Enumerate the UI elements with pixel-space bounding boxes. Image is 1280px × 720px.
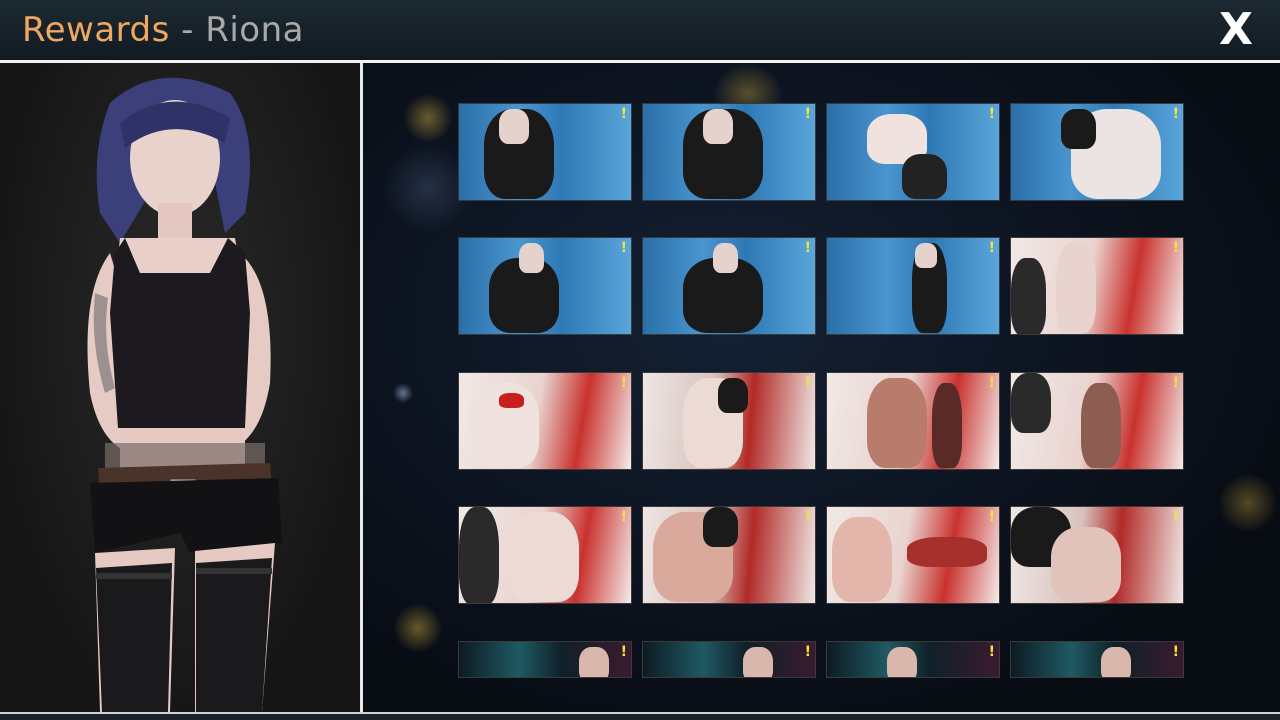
reward-thumbnail[interactable]: !: [1010, 237, 1184, 335]
new-marker: !: [988, 509, 995, 525]
new-marker: !: [620, 106, 627, 122]
title-character-name: Riona: [205, 10, 304, 50]
bokeh-light: [403, 93, 453, 143]
new-marker: !: [620, 644, 627, 660]
new-marker: !: [620, 240, 627, 256]
close-button[interactable]: X: [1214, 6, 1258, 54]
new-marker: !: [988, 375, 995, 391]
new-marker: !: [620, 375, 627, 391]
title-rewards: Rewards: [22, 10, 170, 50]
bokeh-light: [1218, 473, 1278, 533]
reward-thumbnail[interactable]: !: [642, 506, 816, 604]
thumbnail-grid: ! ! ! ! ! ! ! ! ! ! ! ! ! ! ! ! ! ! ! !: [458, 103, 1186, 703]
bokeh-light: [393, 383, 413, 403]
new-marker: !: [804, 644, 811, 660]
character-figure: [87, 77, 282, 712]
new-marker: !: [988, 106, 995, 122]
reward-thumbnail[interactable]: !: [826, 237, 1000, 335]
reward-thumbnail[interactable]: !: [1010, 103, 1184, 201]
reward-thumbnail[interactable]: !: [642, 237, 816, 335]
new-marker: !: [988, 240, 995, 256]
new-marker: !: [1172, 240, 1179, 256]
reward-thumbnail[interactable]: !: [642, 103, 816, 201]
new-marker: !: [804, 509, 811, 525]
reward-thumbnail[interactable]: !: [826, 641, 1000, 678]
reward-thumbnail[interactable]: !: [458, 372, 632, 470]
reward-thumbnail[interactable]: !: [458, 237, 632, 335]
reward-thumbnail[interactable]: !: [642, 641, 816, 678]
reward-thumbnail[interactable]: !: [826, 506, 1000, 604]
new-marker: !: [1172, 106, 1179, 122]
footer-bar: [0, 714, 1280, 720]
new-marker: !: [620, 509, 627, 525]
bokeh-light: [393, 603, 443, 653]
reward-thumbnail[interactable]: !: [458, 103, 632, 201]
reward-thumbnail[interactable]: !: [458, 641, 632, 678]
new-marker: !: [1172, 509, 1179, 525]
reward-thumbnail[interactable]: !: [1010, 641, 1184, 678]
rewards-gallery: ! ! ! ! ! ! ! ! ! ! ! ! ! ! ! ! ! ! ! !: [363, 63, 1280, 712]
page-title: Rewards - Riona: [22, 10, 304, 50]
title-separator: -: [169, 10, 206, 50]
character-portrait: [0, 63, 360, 712]
new-marker: !: [804, 375, 811, 391]
reward-thumbnail[interactable]: !: [458, 506, 632, 604]
header-bar: Rewards - Riona X: [0, 0, 1280, 60]
new-marker: !: [804, 106, 811, 122]
reward-thumbnail[interactable]: !: [826, 103, 1000, 201]
reward-thumbnail[interactable]: !: [1010, 506, 1184, 604]
new-marker: !: [1172, 644, 1179, 660]
reward-thumbnail[interactable]: !: [826, 372, 1000, 470]
new-marker: !: [988, 644, 995, 660]
reward-thumbnail[interactable]: !: [1010, 372, 1184, 470]
new-marker: !: [804, 240, 811, 256]
new-marker: !: [1172, 375, 1179, 391]
reward-thumbnail[interactable]: !: [642, 372, 816, 470]
